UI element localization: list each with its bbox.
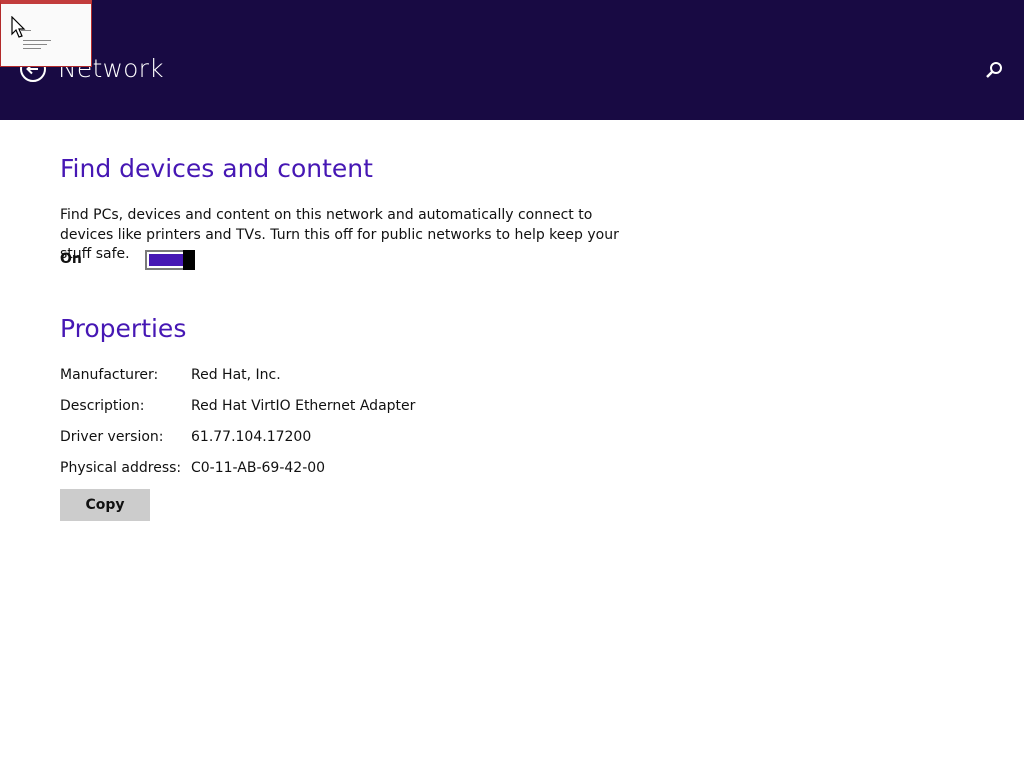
property-key: Driver version: [60, 429, 164, 445]
property-value: Red Hat VirtIO Ethernet Adapter [191, 398, 416, 414]
copy-button[interactable]: Copy [60, 489, 150, 521]
thumbnail-line [23, 48, 41, 49]
window-thumbnail[interactable] [0, 0, 92, 67]
header-bar: Network [0, 0, 1024, 120]
search-icon [986, 62, 1002, 78]
property-value: 61.77.104.17200 [191, 429, 312, 445]
find-devices-toggle[interactable] [145, 250, 195, 270]
property-value: Red Hat, Inc. [191, 367, 281, 383]
toggle-fill [149, 254, 184, 266]
mouse-cursor-icon [11, 16, 26, 38]
toggle-state-label: On [60, 251, 82, 267]
find-devices-title: Find devices and content [60, 154, 373, 183]
thumbnail-line [23, 40, 51, 41]
properties-title: Properties [60, 314, 187, 343]
property-key: Manufacturer: [60, 367, 159, 383]
property-key: Physical address: [60, 460, 182, 476]
toggle-knob[interactable] [183, 250, 195, 270]
thumbnail-line [23, 44, 47, 45]
property-value: C0-11-AB-69-42-00 [191, 460, 326, 476]
search-button[interactable] [984, 60, 1004, 80]
property-key: Description: [60, 398, 145, 414]
